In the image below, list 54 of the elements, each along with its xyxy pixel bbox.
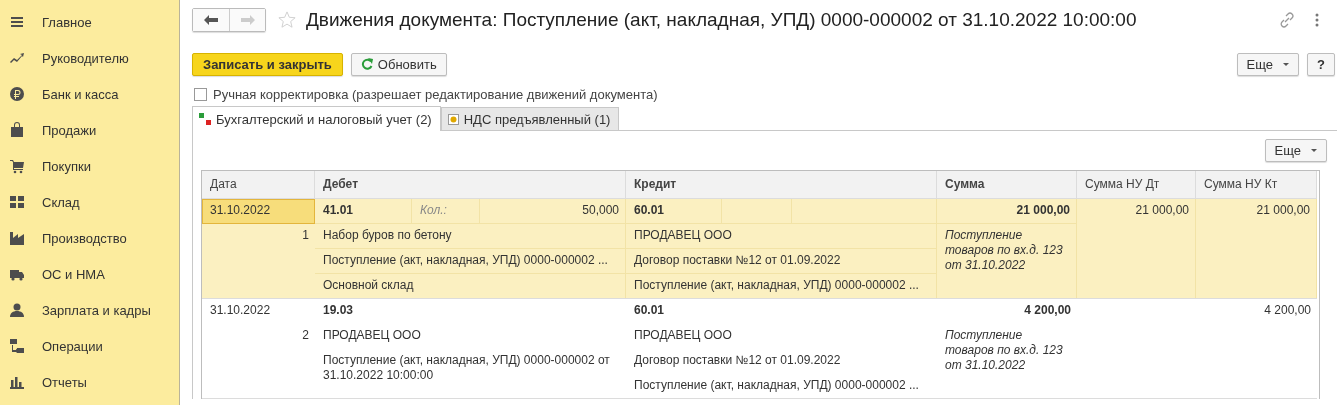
save-close-button[interactable]: Записать и закрыть: [192, 52, 343, 76]
sidebar-item[interactable]: Отчеты: [0, 364, 179, 400]
table-cell-text: Поступление товаров по вх.д. 123 от 31.10.2022: [944, 327, 1064, 374]
column-header: Кредит: [626, 171, 937, 199]
amount-cell: 21 000,00: [1077, 199, 1196, 299]
tab[interactable]: НДС предъявленный (1): [440, 107, 620, 130]
table-cell: Поступление (акт, накладная, УПД) 0000-000002 ...: [315, 249, 626, 274]
table-cell: 31.10.2022: [202, 199, 315, 224]
sidebar-item[interactable]: Руководителю: [0, 40, 179, 76]
sidebar-item[interactable]: Операции: [0, 328, 179, 364]
help-button[interactable]: ?: [1307, 52, 1335, 76]
refresh-button[interactable]: Обновить: [350, 52, 447, 76]
sidebar-item[interactable]: Покупки: [0, 148, 179, 184]
sidebar-item[interactable]: Производство: [0, 220, 179, 256]
table-cell-text: ПРОДАВЕЦ ООО: [322, 327, 422, 344]
table-cell: 1: [202, 224, 315, 299]
more-button[interactable]: Еще: [1236, 52, 1300, 76]
quantity-cell: 50,000: [480, 199, 626, 224]
table-cell-text: 31.10.2022: [209, 302, 272, 319]
column-header: Сумма: [937, 171, 1077, 199]
sidebar-item[interactable]: Продажи: [0, 112, 179, 148]
account-cell-text: 60.01: [633, 302, 666, 319]
account-cell: 41.01: [315, 199, 412, 224]
amount-cell-text: 4 200,00: [1263, 302, 1312, 319]
field-label: Кол.:: [412, 199, 480, 224]
account-cell-text: 19.03: [322, 302, 355, 319]
table-cell-text: 2: [301, 327, 310, 344]
column-header: Дата: [202, 171, 315, 199]
table-cell: ПРОДАВЕЦ ООО: [626, 224, 937, 249]
table-cell-text: ПРОДАВЕЦ ООО: [633, 327, 733, 344]
sidebar-item[interactable]: Склад: [0, 184, 179, 220]
sidebar-item[interactable]: ОС и НМА: [0, 256, 179, 292]
more-button[interactable]: Еще: [1264, 139, 1327, 162]
sidebar-item[interactable]: Банк и касса: [0, 76, 179, 112]
column-header: Сумма НУ Кт: [1196, 171, 1317, 199]
table-cell-text: Поступление (акт, накладная, УПД) 0000-000002 ...: [633, 377, 920, 394]
amount-cell: 21 000,00: [1196, 199, 1317, 299]
column-header: Дебет: [315, 171, 626, 199]
table-cell: Договор поставки №12 от 01.09.2022: [626, 249, 937, 274]
amount-cell-text: 4 200,00: [1023, 302, 1072, 319]
table-cell-text: Поступление (акт, накладная, УПД) 0000-000002 от 31.10.2022 10:00:00: [322, 352, 611, 384]
checkbox-label: Ручная корректировка (разрешает редактирование движений документа): [213, 86, 658, 102]
table-cell-text: Договор поставки №12 от 01.09.2022: [633, 352, 842, 369]
table-cell: Основной склад: [315, 274, 626, 299]
table-cell: Поступление товаров по вх.д. 123 от 31.10.2022: [937, 224, 1077, 299]
table-cell: Набор буров по бетону: [315, 224, 626, 249]
window-title: Движения документа: Поступление (акт, накладная, УПД) 0000-000002 от 31.10.2022 10:00:00: [306, 9, 1138, 31]
tab[interactable]: Бухгалтерский и налоговый учет (2): [192, 106, 441, 131]
table-cell: Поступление (акт, накладная, УПД) 0000-000002 ...: [626, 274, 937, 299]
account-cell: 60.01: [626, 199, 722, 224]
sidebar-item[interactable]: Главное: [0, 4, 179, 40]
column-header: Сумма НУ Дт: [1077, 171, 1196, 199]
amount-cell: 21 000,00: [937, 199, 1077, 224]
sidebar-item[interactable]: Зарплата и кадры: [0, 292, 179, 328]
